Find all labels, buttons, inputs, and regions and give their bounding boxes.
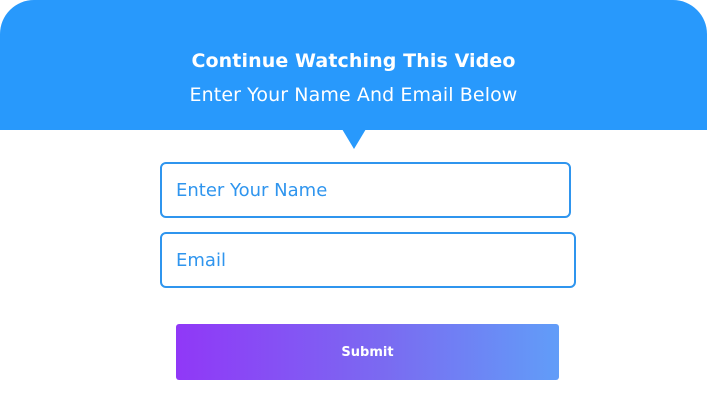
header-subtitle: Enter Your Name And Email Below: [189, 84, 518, 106]
banner-pointer-arrow: [342, 129, 366, 149]
name-input[interactable]: [160, 162, 571, 218]
header-banner: Continue Watching This Video Enter Your …: [0, 0, 707, 130]
video-gate-form: Continue Watching This Video Enter Your …: [0, 0, 707, 406]
header-title: Continue Watching This Video: [191, 50, 516, 72]
submit-button[interactable]: Submit: [176, 324, 559, 380]
email-input[interactable]: [160, 232, 576, 288]
